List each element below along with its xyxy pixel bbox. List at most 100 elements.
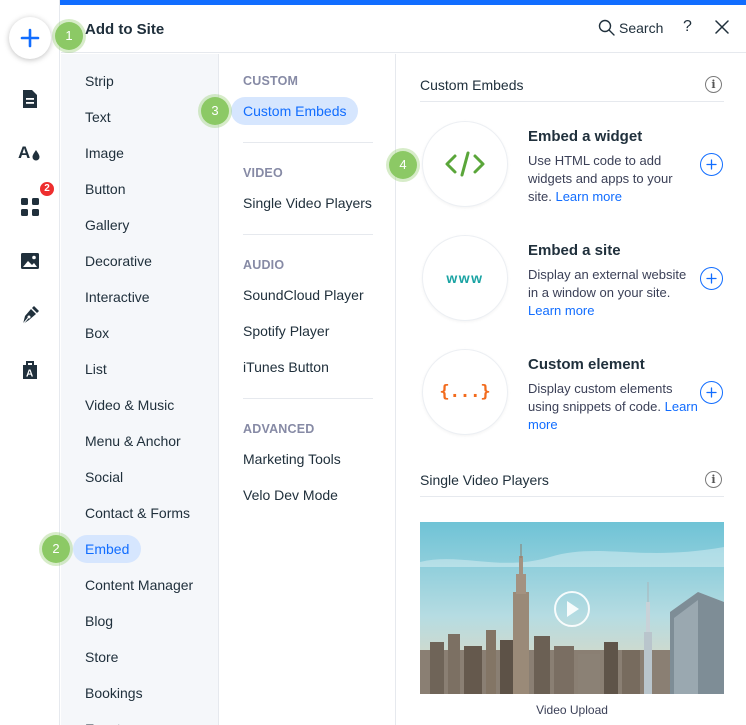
category-box[interactable]: Box <box>73 319 121 347</box>
step-badge-3: 3 <box>201 97 229 125</box>
plus-icon <box>706 273 717 284</box>
embed-site-desc-text: Display an external website in a window … <box>528 267 687 300</box>
panel-header: Add to Site Search ? <box>61 5 746 53</box>
apps-grid-icon <box>21 198 39 216</box>
divider <box>243 398 373 399</box>
category-social[interactable]: Social <box>73 463 135 491</box>
category-text[interactable]: Text <box>73 103 123 131</box>
add-embed-widget-button[interactable] <box>700 153 723 176</box>
info-icon[interactable]: i <box>705 76 722 93</box>
subcategory-marketing-tools[interactable]: Marketing Tools <box>231 445 353 473</box>
category-menu-anchor[interactable]: Menu & Anchor <box>73 427 193 455</box>
svg-text:A: A <box>26 369 33 380</box>
embed-widget-item[interactable]: Embed a widget Use HTML code to add widg… <box>420 121 732 217</box>
category-button[interactable]: Button <box>73 175 137 203</box>
plus-icon <box>706 159 717 170</box>
audio-section-header: AUDIO <box>243 258 285 272</box>
section-divider <box>420 101 724 102</box>
subcategory-itunes-button[interactable]: iTunes Button <box>231 353 341 381</box>
close-icon <box>715 20 729 34</box>
subcategory-single-video-players[interactable]: Single Video Players <box>231 189 384 217</box>
category-bookings[interactable]: Bookings <box>73 679 155 707</box>
category-store[interactable]: Store <box>73 643 130 671</box>
add-apps-button[interactable] <box>16 193 44 221</box>
custom-element-description: Display custom elements using snippets o… <box>528 380 698 434</box>
search-button[interactable]: Search <box>598 19 663 36</box>
add-custom-element-button[interactable] <box>700 381 723 404</box>
plus-icon <box>706 387 717 398</box>
add-embed-site-button[interactable] <box>700 267 723 290</box>
category-image[interactable]: Image <box>73 139 136 167</box>
category-list: Strip Text Image Button Gallery Decorati… <box>61 54 219 725</box>
custom-element-thumbnail[interactable]: {...} <box>422 349 508 435</box>
business-button[interactable]: A <box>16 356 44 384</box>
category-strip[interactable]: Strip <box>73 67 126 95</box>
category-list[interactable]: List <box>73 355 119 383</box>
custom-section-header: CUSTOM <box>243 74 299 88</box>
curly-braces-icon: {...} <box>439 382 491 402</box>
image-icon <box>21 253 39 269</box>
notification-badge: 2 <box>39 181 55 197</box>
embed-widget-title: Embed a widget <box>528 128 643 145</box>
embed-site-learn-more-link[interactable]: Learn more <box>528 303 594 318</box>
info-icon[interactable]: i <box>705 471 722 488</box>
subcategory-spotify-player[interactable]: Spotify Player <box>231 317 341 345</box>
embed-site-title: Embed a site <box>528 242 621 259</box>
panel-title: Add to Site <box>85 21 165 38</box>
video-upload-thumbnail[interactable] <box>420 522 724 694</box>
video-section-header: VIDEO <box>243 166 283 180</box>
site-design-button[interactable]: A <box>16 138 44 166</box>
section-divider <box>420 496 724 497</box>
category-contact-forms[interactable]: Contact & Forms <box>73 499 202 527</box>
single-video-players-section-title: Single Video Players <box>420 472 549 488</box>
close-button[interactable] <box>715 20 729 39</box>
category-gallery[interactable]: Gallery <box>73 211 141 239</box>
code-icon <box>445 151 485 177</box>
business-icon: A <box>23 361 37 380</box>
plus-icon <box>20 28 40 48</box>
pen-icon <box>22 306 39 325</box>
media-button[interactable] <box>16 247 44 275</box>
custom-element-item[interactable]: {...} Custom element Display custom elem… <box>420 349 732 445</box>
page-icon <box>23 90 37 108</box>
city-skyline-image <box>420 522 724 694</box>
category-decorative[interactable]: Decorative <box>73 247 164 275</box>
category-interactive[interactable]: Interactive <box>73 283 162 311</box>
embed-site-description: Display an external website in a window … <box>528 266 698 320</box>
embed-site-thumbnail[interactable]: www <box>422 235 508 321</box>
left-toolbar: A 2 A <box>0 0 60 725</box>
divider <box>243 234 373 235</box>
category-embed[interactable]: Embed <box>73 535 142 563</box>
subcategory-custom-embeds[interactable]: Custom Embeds <box>231 97 359 125</box>
step-badge-2: 2 <box>42 535 70 563</box>
pages-menu-button[interactable] <box>16 85 44 113</box>
help-button[interactable]: ? <box>683 18 692 36</box>
svg-text:A: A <box>18 143 30 162</box>
step-badge-1: 1 <box>55 22 83 50</box>
custom-embeds-section-title: Custom Embeds <box>420 77 524 93</box>
embed-widget-learn-more-link[interactable]: Learn more <box>555 189 621 204</box>
search-label: Search <box>619 19 664 36</box>
search-icon <box>598 19 615 36</box>
embed-site-item[interactable]: www Embed a site Display an external web… <box>420 235 732 331</box>
category-blog[interactable]: Blog <box>73 607 125 635</box>
category-content-manager[interactable]: Content Manager <box>73 571 205 599</box>
content-panel: Custom Embeds i Embed a widget Use HTML … <box>397 54 746 725</box>
theme-icon: A <box>18 143 40 162</box>
advanced-section-header: ADVANCED <box>243 422 315 436</box>
embed-widget-description: Use HTML code to add widgets and apps to… <box>528 152 698 206</box>
subcategory-list: CUSTOM Custom Embeds VIDEO Single Video … <box>219 54 396 725</box>
step-badge-4: 4 <box>389 151 417 179</box>
subcategory-soundcloud-player[interactable]: SoundCloud Player <box>231 281 376 309</box>
add-elements-button[interactable] <box>9 17 51 59</box>
www-icon: www <box>446 270 484 286</box>
subcategory-velo-dev-mode[interactable]: Velo Dev Mode <box>231 481 350 509</box>
custom-element-title: Custom element <box>528 356 645 373</box>
divider <box>243 142 373 143</box>
blog-button[interactable] <box>16 302 44 330</box>
category-video-music[interactable]: Video & Music <box>73 391 186 419</box>
category-events[interactable]: Events <box>73 715 140 725</box>
video-upload-caption: Video Upload <box>536 703 608 717</box>
custom-element-desc-text: Display custom elements using snippets o… <box>528 381 673 414</box>
embed-widget-thumbnail[interactable] <box>422 121 508 207</box>
